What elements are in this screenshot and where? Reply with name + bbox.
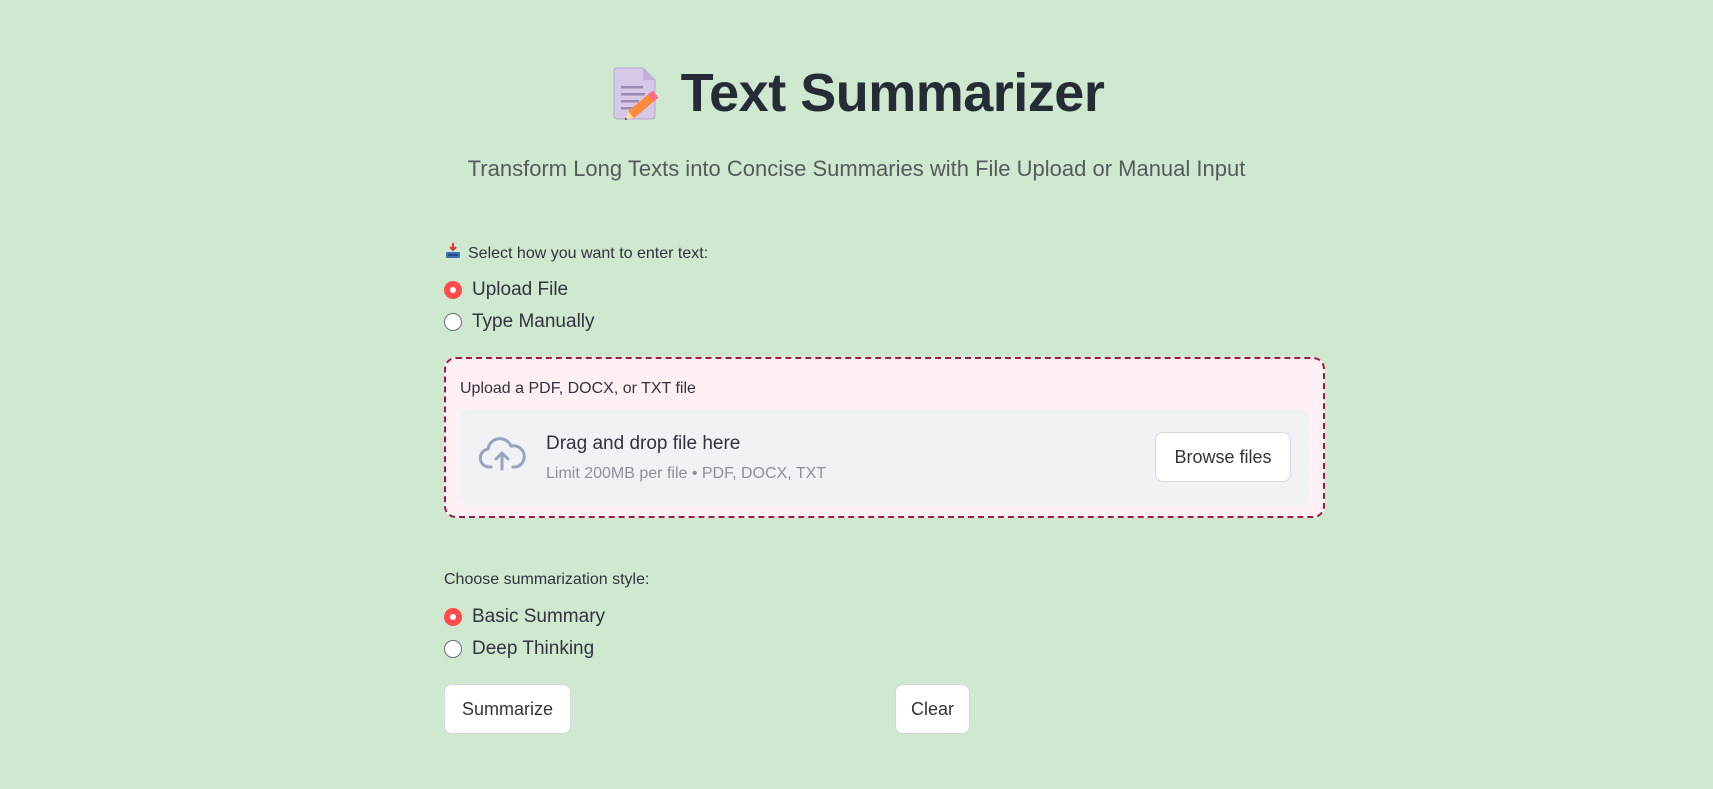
summarization-style-radio-group: Basic Summary Deep Thinking	[444, 601, 605, 665]
summarize-button[interactable]: Summarize	[444, 684, 571, 734]
radio-selected-indicator[interactable]	[444, 608, 462, 626]
uploader-label: Upload a PDF, DOCX, or TXT file	[460, 380, 696, 397]
radio-selected-indicator[interactable]	[444, 281, 462, 299]
radio-upload-file[interactable]: Upload File	[444, 274, 595, 306]
input-method-radio-group: Upload File Type Manually	[444, 274, 595, 338]
dropzone-title: Drag and drop file here	[546, 433, 741, 454]
input-method-label: Select how you want to enter text:	[444, 242, 1326, 265]
radio-type-manually[interactable]: Type Manually	[444, 306, 595, 338]
file-uploader: Upload a PDF, DOCX, or TXT file Drag and…	[444, 357, 1325, 518]
radio-label: Type Manually	[472, 311, 595, 332]
page-header: Text Summarizer	[0, 62, 1713, 132]
radio-label: Upload File	[472, 279, 569, 300]
clear-button[interactable]: Clear	[895, 684, 970, 734]
dropzone-hint: Limit 200MB per file • PDF, DOCX, TXT	[546, 465, 827, 482]
page-title: Text Summarizer	[680, 63, 1105, 123]
summarization-style-label: Choose summarization style:	[444, 571, 650, 588]
memo-icon	[609, 64, 663, 122]
page-subtitle: Transform Long Texts into Concise Summar…	[467, 156, 1246, 181]
inbox-tray-icon	[444, 242, 462, 265]
radio-deep-thinking[interactable]: Deep Thinking	[444, 633, 605, 665]
radio-label: Basic Summary	[472, 606, 606, 627]
title-group: Text Summarizer	[609, 62, 1105, 124]
radio-unselected-indicator[interactable]	[444, 640, 462, 658]
input-method-label-text: Select how you want to enter text:	[468, 244, 709, 262]
file-dropzone[interactable]: Drag and drop file here Limit 200MB per …	[460, 409, 1309, 505]
browse-files-button[interactable]: Browse files	[1155, 432, 1291, 482]
radio-label: Deep Thinking	[472, 638, 595, 659]
cloud-upload-icon	[478, 435, 526, 475]
radio-basic-summary[interactable]: Basic Summary	[444, 601, 605, 633]
radio-unselected-indicator[interactable]	[444, 313, 462, 331]
